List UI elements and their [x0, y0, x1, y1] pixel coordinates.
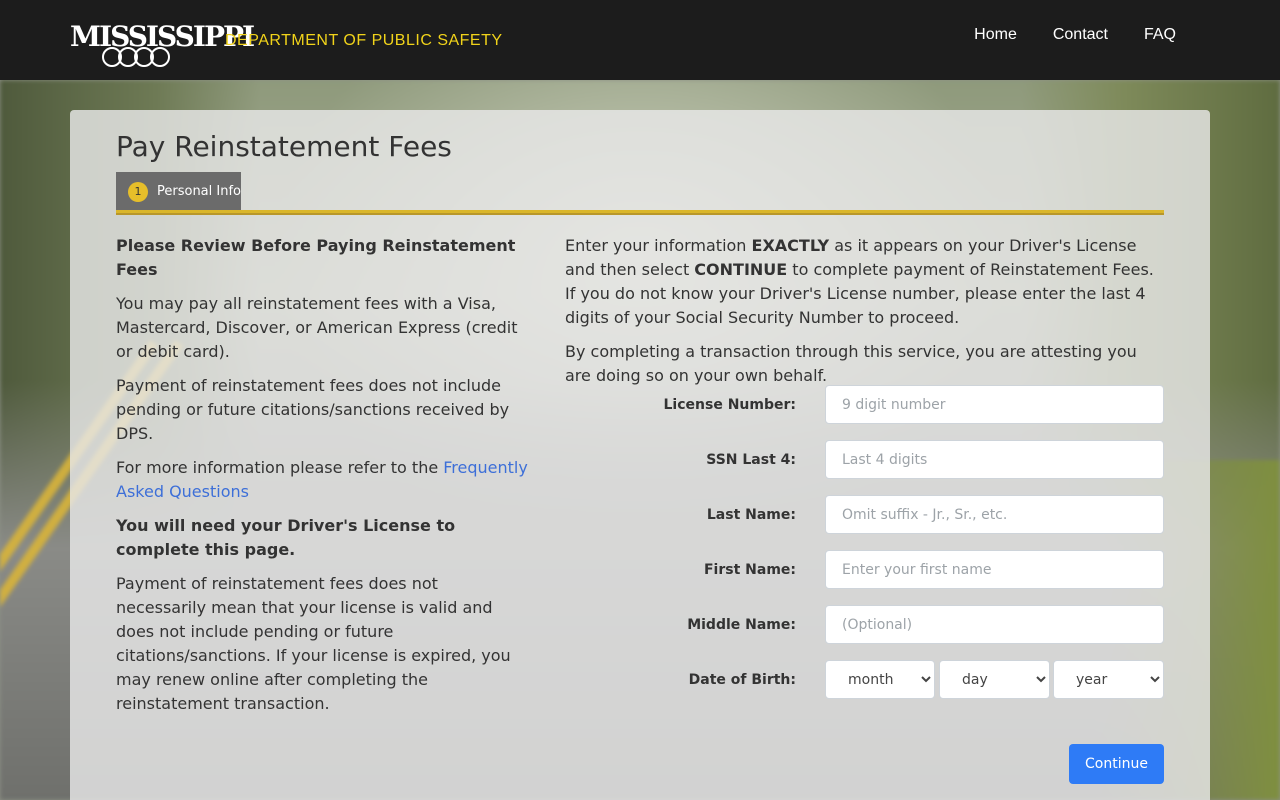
- last-name-row: Last Name:: [565, 495, 1165, 535]
- nav-contact-link[interactable]: Contact: [1053, 26, 1108, 44]
- last-name-label: Last Name:: [706, 507, 796, 523]
- review-heading: Please Review Before Paying Reinstatemen…: [116, 236, 516, 279]
- nav-home-link[interactable]: Home: [974, 26, 1017, 44]
- step-label: Personal Info: [157, 184, 241, 199]
- license-validity-text: Payment of reinstatement fees does not n…: [116, 574, 511, 713]
- payment-methods-text: You may pay all reinstatement fees with …: [116, 294, 518, 361]
- continue-button[interactable]: Continue: [1069, 744, 1164, 784]
- more-info-text: For more information please refer to the…: [116, 458, 528, 501]
- site-header: MISSISSIPPI DEPARTMENT OF PUBLIC SAFETY …: [0, 0, 1280, 80]
- step-tab-personal-info: 1 Personal Info: [116, 172, 241, 211]
- license-number-input[interactable]: [825, 385, 1164, 424]
- first-name-input[interactable]: [825, 550, 1164, 589]
- content-panel: Pay Reinstatement Fees 1 Personal Info P…: [70, 110, 1210, 800]
- step-divider: [116, 210, 1164, 215]
- page-title: Pay Reinstatement Fees: [116, 130, 452, 163]
- dob-year-select[interactable]: year: [1053, 660, 1164, 699]
- instructions-text: Enter your information EXACTLY as it app…: [565, 236, 1154, 327]
- middle-name-label: Middle Name:: [687, 617, 796, 633]
- license-number-label: License Number:: [663, 397, 796, 413]
- license-required-text: You will need your Driver's License to c…: [116, 516, 456, 559]
- attestation-text: By completing a transaction through this…: [565, 342, 1137, 385]
- dob-row: Date of Birth: month day year: [565, 660, 1165, 700]
- nav-faq-link[interactable]: FAQ: [1144, 26, 1176, 44]
- logo-rings-icon: [102, 47, 170, 67]
- first-name-row: First Name:: [565, 550, 1165, 590]
- step-number-badge: 1: [128, 181, 148, 202]
- ssn-last4-input[interactable]: [825, 440, 1164, 479]
- fees-exclusion-text: Payment of reinstatement fees does not i…: [116, 376, 510, 443]
- ssn-row: SSN Last 4:: [565, 440, 1165, 480]
- department-name: DEPARTMENT OF PUBLIC SAFETY: [225, 32, 503, 49]
- dob-day-select[interactable]: day: [939, 660, 1050, 699]
- dob-label: Date of Birth:: [688, 672, 796, 688]
- last-name-input[interactable]: [825, 495, 1164, 534]
- middle-name-input[interactable]: [825, 605, 1164, 644]
- info-column: Please Review Before Paying Reinstatemen…: [116, 234, 528, 726]
- license-row: License Number:: [565, 385, 1165, 425]
- form-column: Enter your information EXACTLY as it app…: [565, 234, 1165, 699]
- main-nav: Home Contact FAQ: [974, 26, 1176, 44]
- dob-month-select[interactable]: month: [825, 660, 935, 699]
- ssn-label: SSN Last 4:: [706, 452, 796, 468]
- first-name-label: First Name:: [703, 562, 796, 578]
- middle-name-row: Middle Name:: [565, 605, 1165, 645]
